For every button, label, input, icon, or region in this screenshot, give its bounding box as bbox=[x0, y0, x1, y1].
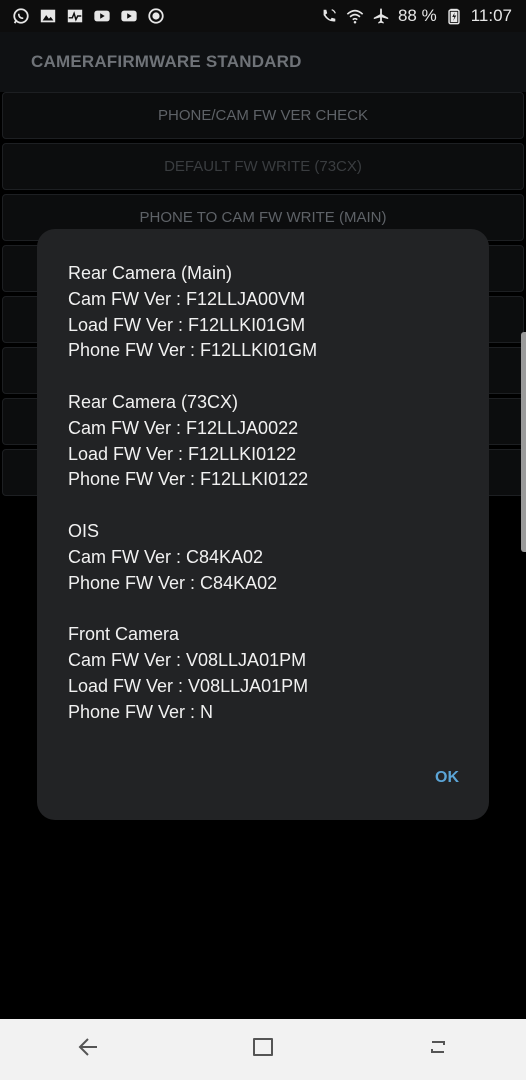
battery-icon bbox=[445, 7, 463, 25]
dialog-line: Cam FW Ver : F12LLJA00VM bbox=[68, 288, 306, 309]
status-bar: 88 % 11:07 bbox=[0, 0, 526, 32]
dialog-line bbox=[68, 493, 458, 519]
back-button[interactable] bbox=[58, 1028, 118, 1072]
whatsapp-icon bbox=[12, 7, 30, 25]
battery-percent: 88 % bbox=[397, 6, 437, 25]
ok-button[interactable]: OK bbox=[435, 769, 459, 787]
dialog-line: Cam FW Ver : C84KA02 bbox=[68, 546, 264, 567]
dialog-line: Load FW Ver : V08LLJA01PM bbox=[68, 675, 309, 696]
youtube-icon bbox=[93, 7, 111, 25]
dialog-line: Cam FW Ver : F12LLJA0022 bbox=[68, 417, 299, 438]
notification-icons bbox=[12, 7, 165, 25]
dialog-line bbox=[68, 596, 458, 622]
app-header: CAMERAFIRMWARE STANDARD bbox=[0, 32, 526, 92]
recents-button[interactable] bbox=[408, 1028, 468, 1072]
record-icon bbox=[147, 7, 165, 25]
dialog-line: Load FW Ver : F12LLKI0122 bbox=[68, 443, 297, 464]
dialog-line: Load FW Ver : F12LLKI01GM bbox=[68, 314, 306, 335]
default-fw-write-button[interactable]: DEFAULT FW WRITE (73CX) bbox=[2, 143, 524, 190]
recents-icon bbox=[425, 1034, 451, 1065]
gallery-icon bbox=[39, 7, 57, 25]
wifi-icon bbox=[346, 7, 364, 25]
dialog-message: Rear Camera (Main) Cam FW Ver : F12LLJA0… bbox=[68, 261, 458, 725]
dialog-line: Front Camera bbox=[68, 624, 180, 645]
fw-version-dialog: Rear Camera (Main) Cam FW Ver : F12LLJA0… bbox=[37, 229, 489, 820]
navigation-bar bbox=[0, 1019, 526, 1080]
dialog-line: Rear Camera (73CX) bbox=[68, 391, 239, 412]
dialog-line: Cam FW Ver : V08LLJA01PM bbox=[68, 649, 307, 670]
airplane-icon bbox=[372, 7, 390, 25]
home-button[interactable] bbox=[233, 1028, 293, 1072]
dialog-line: Phone FW Ver : C84KA02 bbox=[68, 572, 278, 593]
wifi-call-icon bbox=[320, 7, 338, 25]
activity-icon bbox=[66, 7, 84, 25]
dialog-line: Rear Camera (Main) bbox=[68, 263, 233, 283]
app-title: CAMERAFIRMWARE STANDARD bbox=[31, 52, 302, 71]
dialog-line: Phone FW Ver : F12LLKI0122 bbox=[68, 469, 309, 490]
dialog-line bbox=[68, 364, 458, 390]
phone-cam-fw-ver-check-button[interactable]: PHONE/CAM FW VER CHECK bbox=[2, 92, 524, 139]
edge-panel-handle[interactable] bbox=[521, 332, 526, 552]
home-icon bbox=[250, 1034, 276, 1065]
back-icon bbox=[75, 1034, 101, 1065]
clock: 11:07 bbox=[470, 6, 512, 25]
system-icons: 88 % 11:07 bbox=[320, 6, 512, 26]
dialog-line: Phone FW Ver : N bbox=[68, 701, 214, 722]
dialog-line: OIS bbox=[68, 520, 100, 541]
dialog-line: Phone FW Ver : F12LLKI01GM bbox=[68, 340, 318, 361]
youtube-icon bbox=[120, 7, 138, 25]
